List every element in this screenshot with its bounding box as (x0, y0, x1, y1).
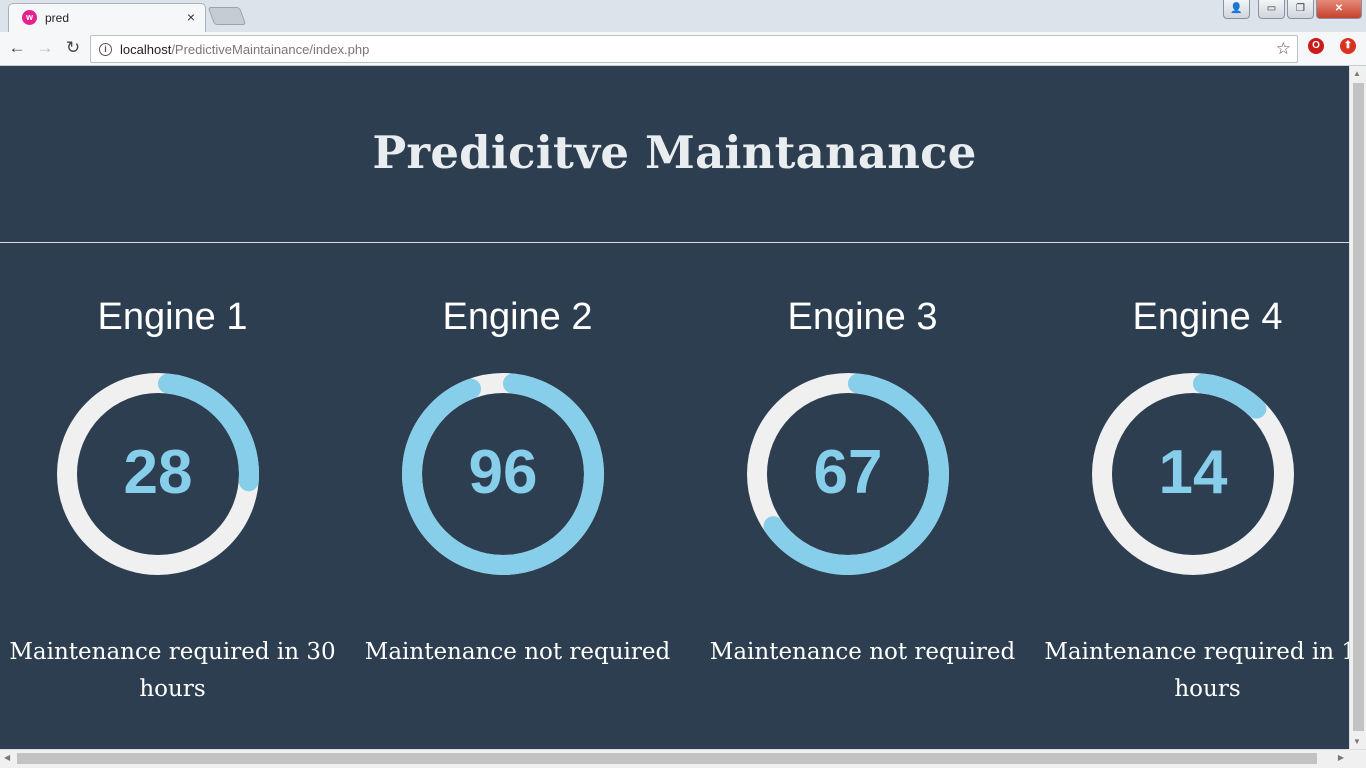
info-icon[interactable]: i (99, 43, 112, 56)
window-controls: 👤 ▭ ❐ ✕ (1223, 0, 1362, 20)
bookmark-star-icon[interactable]: ☆ (1276, 39, 1291, 59)
scroll-right-icon[interactable]: ▶ (1338, 753, 1344, 762)
scroll-up-icon[interactable]: ▲ (1353, 69, 1361, 78)
gauge-value: 96 (468, 438, 538, 507)
reload-icon[interactable]: ↻ (62, 37, 84, 59)
horizontal-scroll-thumb[interactable] (17, 753, 1317, 764)
page-viewport: Predicitve Maintanance Engine 1 28 Maint… (0, 66, 1349, 749)
engine-name: Engine 1 (97, 296, 248, 338)
vertical-scroll-thumb[interactable] (1353, 83, 1364, 731)
forward-arrow-icon[interactable]: → (34, 37, 56, 59)
gauge-value: 14 (1158, 438, 1228, 507)
engine-status: Maintenance not required (364, 639, 671, 665)
browser-toolbar: ← → ↻ i localhost/PredictiveMaintainance… (0, 32, 1366, 66)
new-tab-button[interactable] (207, 7, 247, 25)
browser-tab[interactable]: w pred × (8, 3, 206, 32)
url-text: localhost/PredictiveMaintainance/index.p… (120, 42, 369, 57)
engine-status: Maintenance required in 30 hours (9, 639, 336, 702)
engine-gauge: 67 (747, 373, 949, 575)
scroll-left-icon[interactable]: ◀ (4, 753, 10, 762)
engine-card: Engine 2 96 Maintenance not required (345, 66, 690, 749)
engine-name: Engine 3 (787, 296, 938, 338)
horizontal-scrollbar[interactable]: ◀ ▶ (0, 749, 1366, 768)
engine-card: Engine 1 28 Maintenance required in 30 h… (0, 66, 345, 749)
opera-extension-icon[interactable]: O (1308, 38, 1324, 54)
engine-card: Engine 3 67 Maintenance not required (690, 66, 1035, 749)
url-host: localhost (120, 42, 172, 57)
vertical-scrollbar[interactable]: ▲ ▼ (1349, 66, 1366, 749)
address-bar[interactable]: i localhost/PredictiveMaintainance/index… (90, 35, 1298, 63)
engine-gauge: 14 (1092, 373, 1294, 575)
tab-title: pred (45, 11, 70, 25)
url-path: /PredictiveMaintainance/index.php (171, 42, 370, 57)
minimize-icon[interactable]: ▭ (1258, 0, 1285, 19)
gauge-value: 67 (813, 438, 883, 507)
close-window-icon[interactable]: ✕ (1316, 0, 1362, 19)
upload-extension-icon[interactable]: ⬆ (1340, 38, 1356, 54)
engine-status: Maintenance not required (709, 639, 1016, 665)
user-profile-icon[interactable]: 👤 (1223, 0, 1250, 19)
engine-name: Engine 2 (442, 296, 593, 338)
tab-close-icon[interactable]: × (187, 9, 195, 25)
back-arrow-icon[interactable]: ← (6, 37, 28, 59)
browser-tab-strip: w pred × 👤 ▭ ❐ ✕ (0, 0, 1366, 32)
engine-name: Engine 4 (1132, 296, 1283, 338)
engine-status: Maintenance required in 15 hours (1044, 639, 1349, 702)
engine-gauge: 28 (57, 373, 259, 575)
engine-card: Engine 4 14 Maintenance required in 15 h… (1035, 66, 1349, 749)
maximize-icon[interactable]: ❐ (1287, 0, 1314, 19)
wamp-favicon-icon: w (22, 10, 37, 25)
gauge-value: 28 (123, 438, 193, 507)
engine-gauge: 96 (402, 373, 604, 575)
scroll-down-icon[interactable]: ▼ (1353, 737, 1361, 746)
